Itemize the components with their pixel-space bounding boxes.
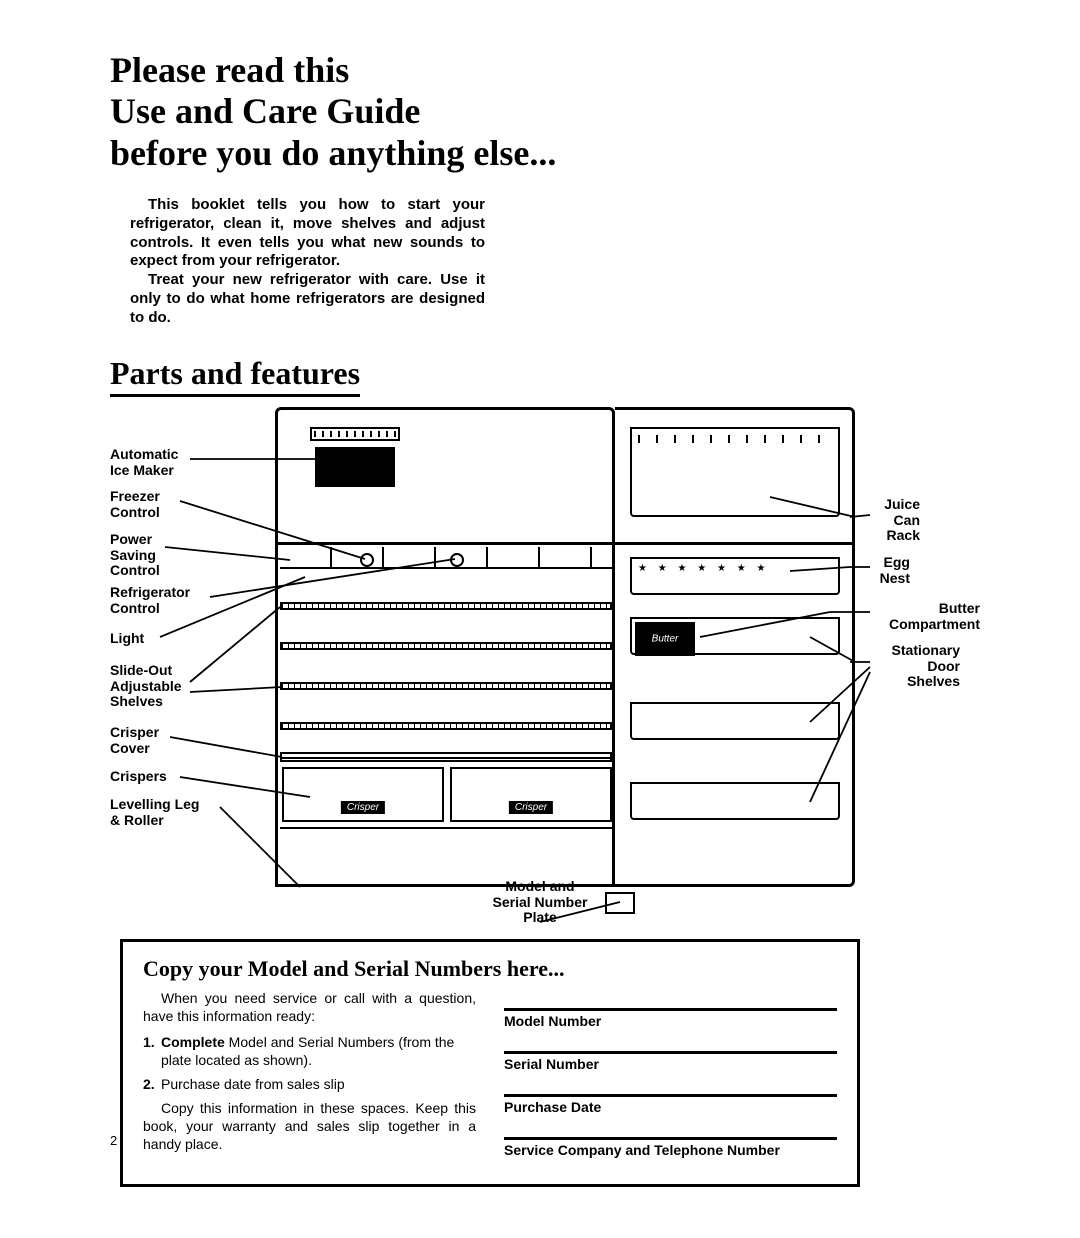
field-serial-number: Serial Number <box>504 1051 837 1072</box>
crisper-icon: Crisper <box>450 767 612 822</box>
title-line-2: Use and Care Guide <box>110 91 970 132</box>
info-p2: Copy this information in these spaces. K… <box>143 1100 476 1154</box>
shelf-icon <box>280 642 612 650</box>
crisper-tag: Crisper <box>341 801 385 814</box>
label-butter-compartment: ButterCompartment <box>870 601 980 632</box>
label-levelling-leg: Levelling Leg& Roller <box>110 797 220 828</box>
control-bar-icon <box>280 547 612 569</box>
door-shelf-icon <box>630 702 840 740</box>
label-crispers: Crispers <box>110 769 167 784</box>
parts-diagram: Crisper Crisper Butter <box>110 407 980 937</box>
label-serial-plate: Model andSerial NumberPlate <box>460 879 620 925</box>
intro-block: This booklet tells you how to start your… <box>130 196 485 327</box>
ice-tray-icon <box>310 427 400 441</box>
info-left-column: When you need service or call with a que… <box>143 990 476 1161</box>
info-right-column: Model Number Serial Number Purchase Date… <box>504 990 837 1161</box>
shelf-icon <box>280 602 612 610</box>
door-shelf-icon <box>630 782 840 820</box>
label-ice-maker: AutomaticIce Maker <box>110 447 190 478</box>
crisper-tag: Crisper <box>509 801 553 814</box>
manual-page: Please read this Use and Care Guide befo… <box>0 0 1080 1238</box>
info-step-1: 1.Complete Model and Serial Numbers (fro… <box>143 1034 476 1070</box>
info-step-2: 2.Purchase date from sales slip <box>143 1076 476 1094</box>
label-freezer-control: FreezerControl <box>110 489 180 520</box>
info-p1: When you need service or call with a que… <box>143 990 476 1026</box>
freezer-divider-icon <box>278 542 852 545</box>
intro-para-2: Treat your new refrigerator with care. U… <box>130 271 485 327</box>
shelf-icon <box>280 722 612 730</box>
bottom-ledge-icon <box>280 827 612 883</box>
field-purchase-date: Purchase Date <box>504 1094 837 1115</box>
label-door-shelves: StationaryDoorShelves <box>870 643 960 689</box>
shelf-icon <box>280 682 612 690</box>
egg-nest-icon <box>630 557 840 595</box>
label-slideout-shelves: Slide-OutAdjustableShelves <box>110 663 190 709</box>
field-service-company: Service Company and Telephone Number <box>504 1137 837 1158</box>
page-title: Please read this Use and Care Guide befo… <box>110 50 970 174</box>
page-number: 2 <box>110 1133 117 1148</box>
crisper-cover-icon <box>280 752 612 762</box>
butter-tag: Butter <box>652 634 679 645</box>
serial-info-box: Copy your Model and Serial Numbers here.… <box>120 939 860 1186</box>
label-light: Light <box>110 631 144 646</box>
label-juice-rack: JuiceCanRack <box>870 497 920 543</box>
ice-maker-icon <box>315 447 395 487</box>
label-refrigerator-control: RefrigeratorControl <box>110 585 210 616</box>
title-line-3: before you do anything else... <box>110 133 970 174</box>
intro-para-1: This booklet tells you how to start your… <box>130 196 485 271</box>
info-heading: Copy your Model and Serial Numbers here.… <box>143 956 837 982</box>
title-line-1: Please read this <box>110 50 970 91</box>
field-model-number: Model Number <box>504 1008 837 1029</box>
butter-box-icon: Butter <box>635 622 695 656</box>
label-egg-nest: EggNest <box>870 555 910 586</box>
label-crisper-cover: CrisperCover <box>110 725 170 756</box>
label-power-saving: PowerSavingControl <box>110 532 165 578</box>
crisper-icon: Crisper <box>282 767 444 822</box>
door-shelf-top-icon <box>630 427 840 517</box>
section-heading-parts: Parts and features <box>110 355 360 397</box>
